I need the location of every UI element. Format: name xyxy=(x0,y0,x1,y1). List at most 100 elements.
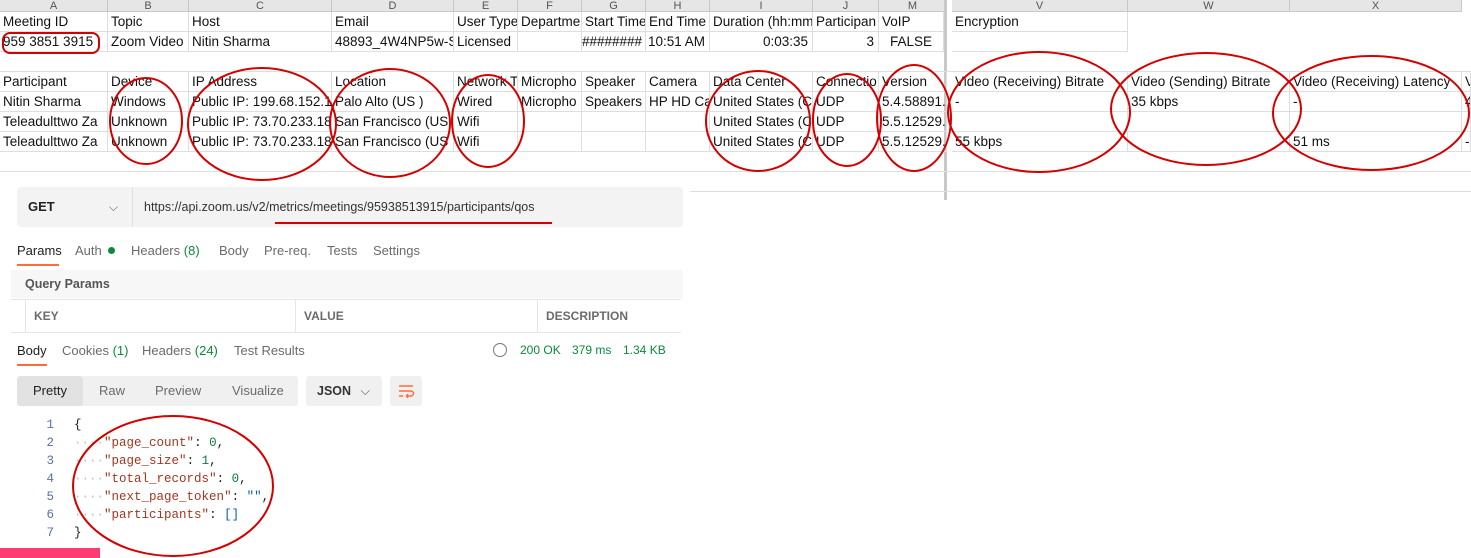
cell[interactable]: Video (Receiving) Latency xyxy=(1290,72,1462,92)
tab-params[interactable]: Params xyxy=(17,243,62,258)
cell[interactable] xyxy=(952,112,1128,132)
cell[interactable]: Video (Sending) Bitrate xyxy=(1128,72,1290,92)
tab-response-headers[interactable]: Headers (24) xyxy=(142,343,218,358)
cell[interactable] xyxy=(1128,112,1290,132)
cell[interactable]: Wired xyxy=(454,92,518,112)
wrap-lines-button[interactable] xyxy=(390,376,422,406)
cell[interactable]: San Francisco (US xyxy=(332,112,454,132)
cell[interactable]: United States (C xyxy=(710,112,813,132)
cell[interactable]: Participant xyxy=(0,72,108,92)
cell[interactable]: Nitin Sharma xyxy=(0,92,108,112)
cell[interactable]: Location xyxy=(332,72,454,92)
column-header[interactable]: V xyxy=(952,0,1128,12)
cell[interactable]: Public IP: 73.70.233.18 xyxy=(189,112,332,132)
cell[interactable]: 3 xyxy=(813,32,879,52)
cell[interactable]: Camera xyxy=(646,72,710,92)
cell[interactable]: 4 xyxy=(1462,92,1471,112)
cell[interactable]: End Time xyxy=(646,12,710,32)
cell[interactable]: United States (C xyxy=(710,92,813,112)
cell[interactable] xyxy=(1128,132,1290,152)
cell[interactable]: Topic xyxy=(108,12,189,32)
tab-cookies[interactable]: Cookies (1) xyxy=(62,343,128,358)
cell[interactable]: 0:03:35 xyxy=(710,32,813,52)
cell[interactable] xyxy=(518,112,582,132)
language-select[interactable]: JSON ⌵ xyxy=(306,376,382,406)
format-raw[interactable]: Raw xyxy=(99,376,125,406)
cell[interactable]: Unknown xyxy=(108,112,189,132)
tab-test-results[interactable]: Test Results xyxy=(234,343,305,358)
column-header[interactable]: H xyxy=(646,0,710,12)
tab-settings[interactable]: Settings xyxy=(373,243,420,258)
cell[interactable]: Nitin Sharma xyxy=(189,32,332,52)
format-visualize[interactable]: Visualize xyxy=(232,376,284,406)
column-header[interactable]: G xyxy=(582,0,646,12)
cell[interactable]: 5.5.12529. xyxy=(879,132,947,152)
tab-headers[interactable]: Headers (8) xyxy=(131,243,200,258)
cell[interactable]: 48893_4W4NP5w-S xyxy=(332,32,454,52)
cell[interactable]: Wifi xyxy=(454,132,518,152)
cell[interactable]: Unknown xyxy=(108,132,189,152)
column-header[interactable]: M xyxy=(879,0,947,12)
format-preview[interactable]: Preview xyxy=(155,376,201,406)
method-select[interactable]: GET ⌵ xyxy=(17,187,133,227)
cell[interactable]: - xyxy=(1290,92,1462,112)
cell[interactable]: 10:51 AM xyxy=(646,32,710,52)
cell[interactable]: Wifi xyxy=(454,112,518,132)
cell[interactable]: Connectio xyxy=(813,72,879,92)
cell[interactable]: Email xyxy=(332,12,454,32)
cell[interactable]: IP Address xyxy=(189,72,332,92)
cell[interactable]: V xyxy=(1462,72,1471,92)
cell[interactable]: Duration (hh:mm xyxy=(710,12,813,32)
cell[interactable]: Licensed xyxy=(454,32,518,52)
column-header[interactable]: F xyxy=(518,0,582,12)
column-header[interactable]: C xyxy=(189,0,332,12)
cell[interactable]: San Francisco (US xyxy=(332,132,454,152)
url-input[interactable]: https://api.zoom.us/v2/metrics/meetings/… xyxy=(144,187,535,227)
cell[interactable] xyxy=(518,32,582,52)
cell[interactable]: UDP xyxy=(813,132,879,152)
tab-auth[interactable]: Auth xyxy=(75,243,116,258)
cell[interactable] xyxy=(582,112,646,132)
tab-response-body[interactable]: Body xyxy=(17,343,47,358)
format-pretty[interactable]: Pretty xyxy=(17,376,83,406)
cell[interactable]: 5.5.12529.0212 xyxy=(879,112,947,132)
column-header[interactable]: J xyxy=(813,0,879,12)
cell[interactable]: Meeting ID xyxy=(0,12,108,32)
cell[interactable]: United States (C xyxy=(710,132,813,152)
cell[interactable]: Video (Receiving) Bitrate xyxy=(952,72,1128,92)
cell[interactable] xyxy=(1290,112,1462,132)
cell[interactable]: Host xyxy=(189,12,332,32)
cell[interactable]: Participan xyxy=(813,12,879,32)
tab-prereq[interactable]: Pre-req. xyxy=(264,243,311,258)
cell[interactable]: Teleadulttwo Za xyxy=(0,112,108,132)
column-header[interactable]: E xyxy=(454,0,518,12)
cell[interactable]: UDP xyxy=(813,112,879,132)
cell[interactable]: Device xyxy=(108,72,189,92)
cell[interactable]: Speaker xyxy=(582,72,646,92)
column-header[interactable]: W xyxy=(1128,0,1290,12)
cell[interactable] xyxy=(518,132,582,152)
cell[interactable]: Version xyxy=(879,72,947,92)
cell[interactable]: Palo Alto (US ) xyxy=(332,92,454,112)
cell[interactable]: ######## xyxy=(582,32,646,52)
cell[interactable]: User Type xyxy=(454,12,518,32)
cell[interactable]: Start Time xyxy=(582,12,646,32)
cell[interactable]: Windows xyxy=(108,92,189,112)
cell[interactable]: 51 ms xyxy=(1290,132,1462,152)
cell[interactable]: Zoom Video xyxy=(108,32,189,52)
cell[interactable]: 35 kbps xyxy=(1128,92,1290,112)
cell[interactable]: VoIP xyxy=(879,12,944,32)
column-header[interactable]: I xyxy=(710,0,813,12)
cell[interactable] xyxy=(646,132,710,152)
cell[interactable]: FALSE xyxy=(879,32,944,52)
column-header[interactable]: D xyxy=(332,0,454,12)
cell[interactable]: - xyxy=(952,92,1128,112)
cell[interactable]: Teleadulttwo Za xyxy=(0,132,108,152)
cell[interactable] xyxy=(1462,112,1471,132)
cell[interactable]: 959 3851 3915 xyxy=(0,32,108,52)
cell[interactable] xyxy=(952,32,1128,52)
tab-tests[interactable]: Tests xyxy=(327,243,357,258)
cell[interactable]: Public IP: 199.68.152.1 xyxy=(189,92,332,112)
cell[interactable] xyxy=(646,112,710,132)
column-header[interactable]: X xyxy=(1290,0,1462,12)
